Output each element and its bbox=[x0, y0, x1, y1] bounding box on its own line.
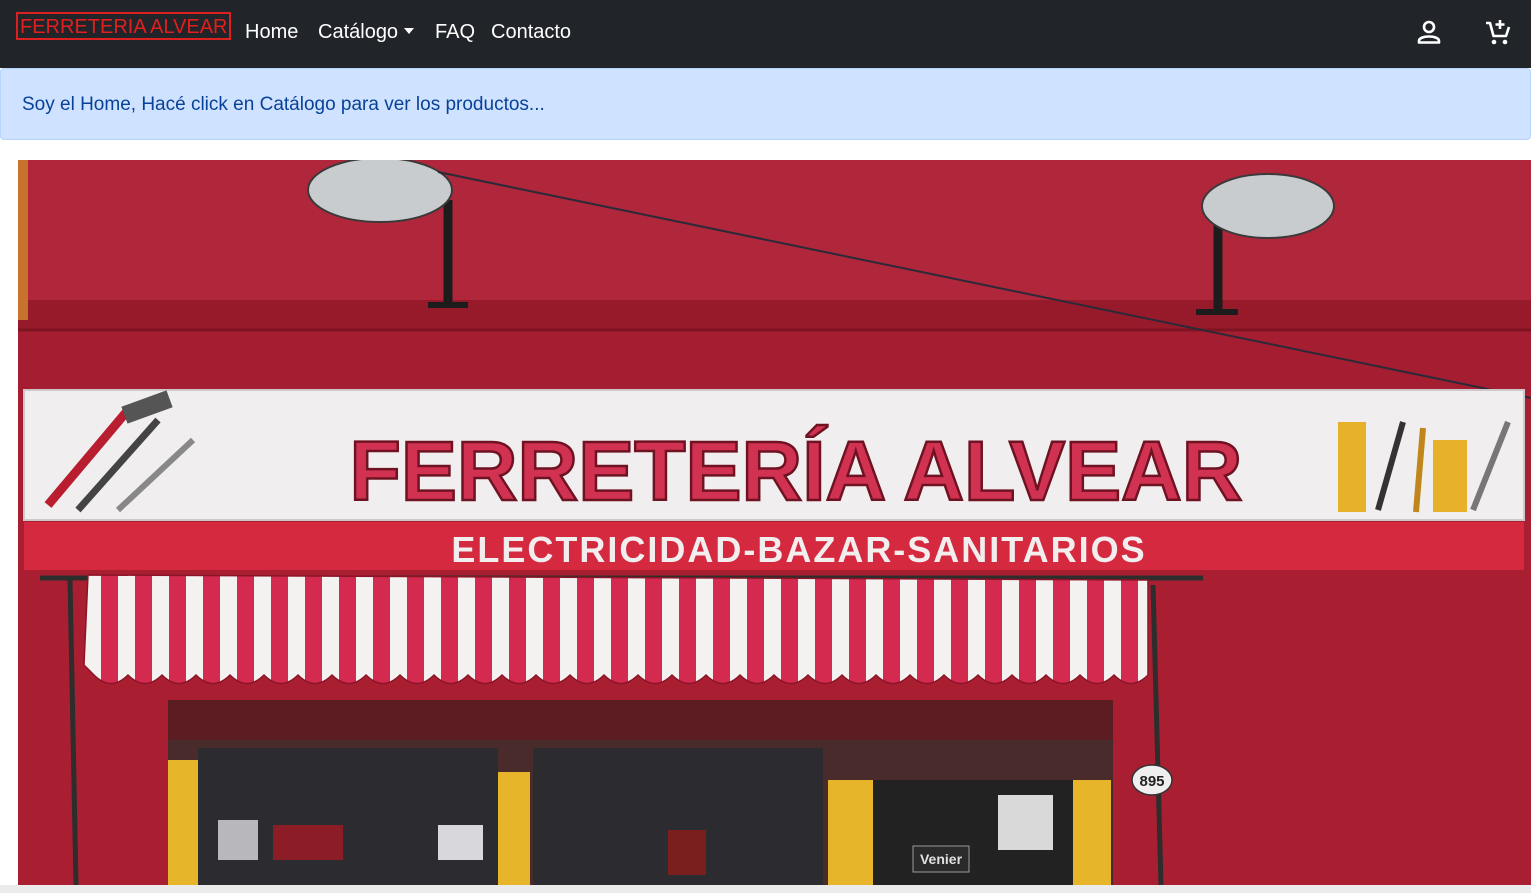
top-navbar: FERRETERIA ALVEAR Home Catálogo FAQ Cont… bbox=[0, 0, 1531, 68]
nav-contacto-link[interactable]: Contacto bbox=[491, 20, 571, 44]
door-number: 895 bbox=[1139, 773, 1164, 790]
bottom-scroll-strip bbox=[0, 885, 1531, 893]
brand-logo[interactable]: FERRETERIA ALVEAR bbox=[16, 12, 232, 40]
door-label: Venier bbox=[920, 851, 963, 867]
add-to-cart-icon[interactable] bbox=[1482, 16, 1514, 48]
nav-home-link[interactable]: Home bbox=[245, 20, 298, 44]
storefront-photo: FERRETERÍA ALVEAR ELECTRICIDAD-BAZAR-SAN… bbox=[18, 160, 1531, 885]
sign-subtitle: ELECTRICIDAD-BAZAR-SANITARIOS bbox=[451, 529, 1146, 570]
shop-front-window bbox=[168, 700, 1113, 885]
sign-title: FERRETERÍA ALVEAR bbox=[350, 424, 1243, 518]
caret-down-icon bbox=[404, 27, 415, 34]
home-info-alert: Soy el Home, Hacé click en Catálogo para… bbox=[0, 68, 1531, 140]
nav-faq-link[interactable]: FAQ bbox=[435, 20, 475, 44]
nav-catalogo-dropdown[interactable]: Catálogo bbox=[318, 20, 415, 44]
user-icon[interactable] bbox=[1413, 16, 1445, 48]
nav-catalogo-label: Catálogo bbox=[318, 21, 399, 43]
